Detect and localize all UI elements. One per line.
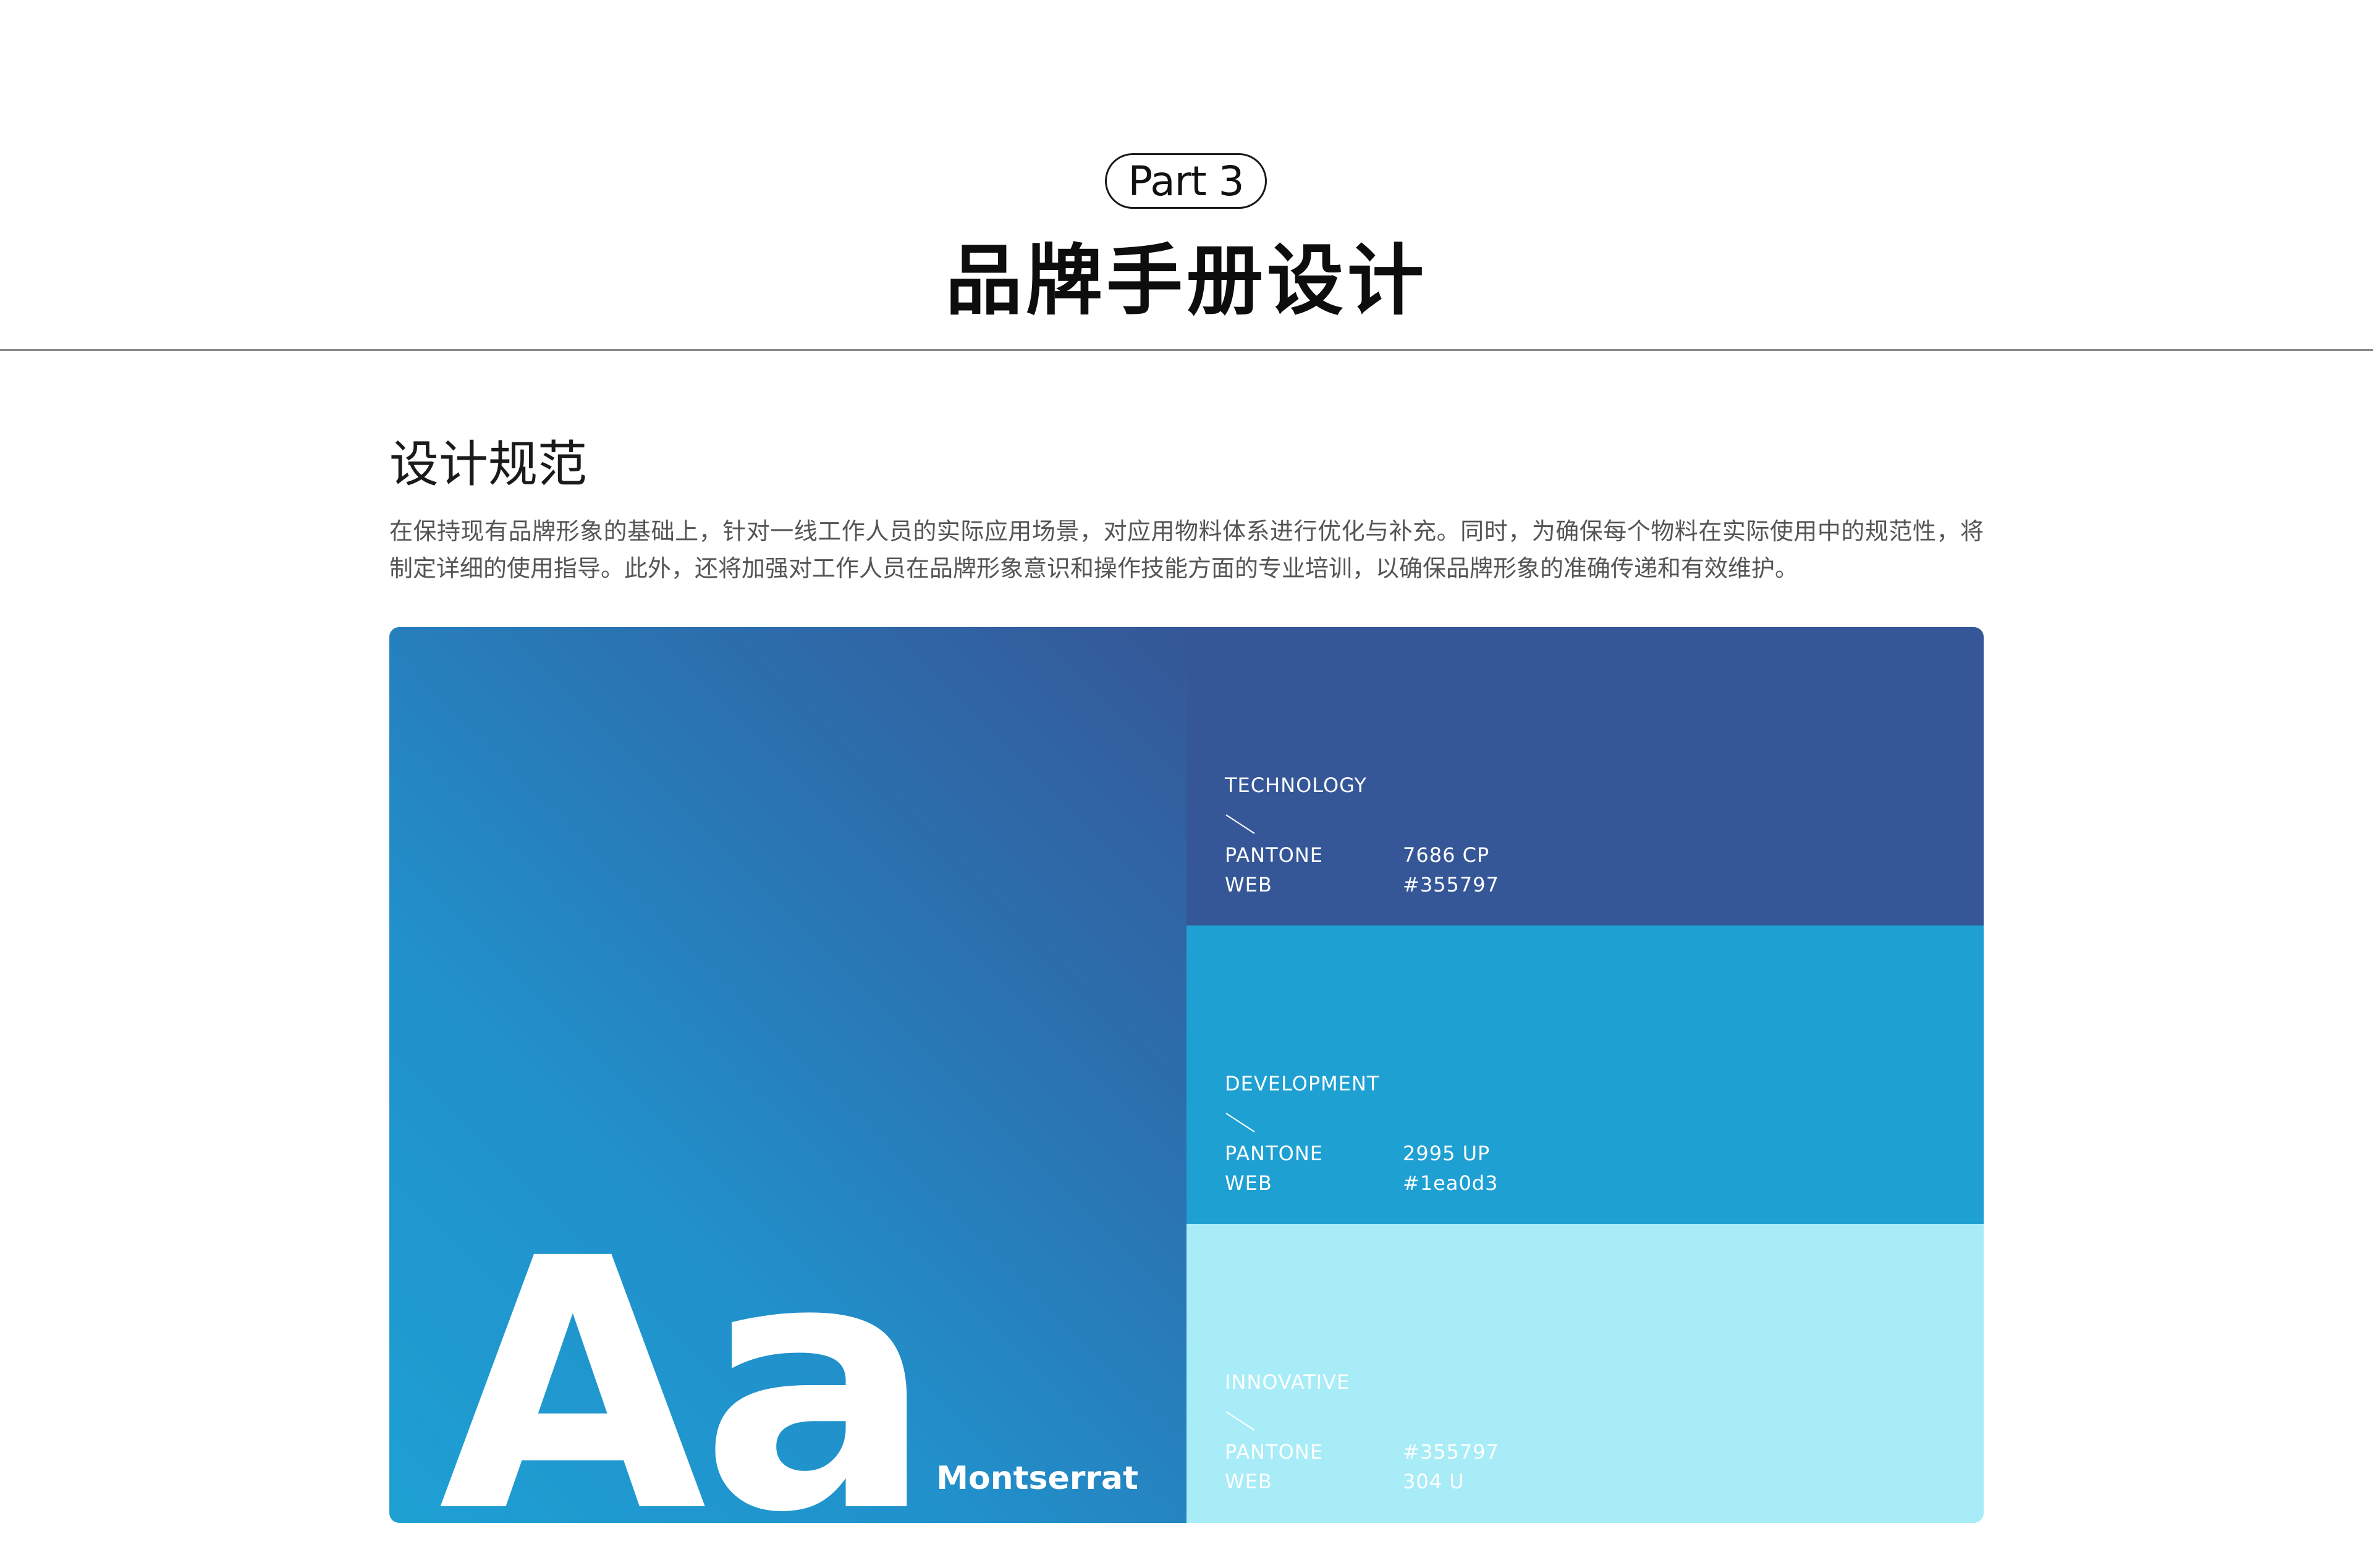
slash-decoration <box>1225 814 1255 834</box>
color-swatch-technology: TECHNOLOGY PANTONE 7686 CP WEB #355797 <box>1186 627 1984 925</box>
color-swatch-development: DEVELOPMENT PANTONE 2995 UP WEB #1ea0d3 <box>1186 925 1984 1224</box>
pantone-label: PANTONE <box>1225 1142 1323 1165</box>
typeface-sample: Aa <box>439 1186 934 1523</box>
web-label: WEB <box>1225 1470 1272 1493</box>
pantone-row: PANTONE 2995 UP <box>1225 1142 1490 1165</box>
color-name: INNOVATIVE <box>1225 1370 1350 1394</box>
color-swatch-innovative: INNOVATIVE PANTONE #355797 WEB 304 U <box>1186 1224 1984 1523</box>
web-row: WEB #1ea0d3 <box>1225 1171 1499 1195</box>
header-divider <box>0 349 2373 351</box>
slash-decoration <box>1225 1113 1255 1132</box>
pantone-label: PANTONE <box>1225 843 1323 867</box>
pantone-row: PANTONE 7686 CP <box>1225 843 1489 867</box>
typography-panel: Aa Montserrat <box>389 627 1186 1523</box>
part-badge: Part 3 <box>1105 153 1267 209</box>
web-value: #1ea0d3 <box>1403 1171 1499 1195</box>
slash-decoration <box>1225 1411 1255 1431</box>
web-row: WEB #355797 <box>1225 873 1499 896</box>
font-name: Montserrat <box>936 1460 1138 1497</box>
pantone-label: PANTONE <box>1225 1440 1323 1464</box>
web-label: WEB <box>1225 873 1272 896</box>
color-name: DEVELOPMENT <box>1225 1072 1380 1095</box>
section-title: 设计规范 <box>389 436 587 493</box>
color-name: TECHNOLOGY <box>1225 773 1367 797</box>
page-title: 品牌手册设计 <box>945 237 1428 326</box>
pantone-value: 7686 CP <box>1403 843 1490 867</box>
pantone-row: PANTONE #355797 <box>1225 1440 1499 1464</box>
web-label: WEB <box>1225 1171 1272 1195</box>
web-value: 304 U <box>1403 1470 1465 1493</box>
web-value: #355797 <box>1403 873 1499 896</box>
pantone-value: 2995 UP <box>1403 1142 1491 1165</box>
brand-spec-card: Aa Montserrat TECHNOLOGY PANTONE 7686 CP … <box>389 627 1984 1523</box>
web-row: WEB 304 U <box>1225 1470 1465 1493</box>
section-description: 在保持现有品牌形象的基础上，针对一线工作人员的实际应用场景，对应用物料体系进行优… <box>389 518 1984 582</box>
pantone-value: #355797 <box>1403 1440 1499 1464</box>
